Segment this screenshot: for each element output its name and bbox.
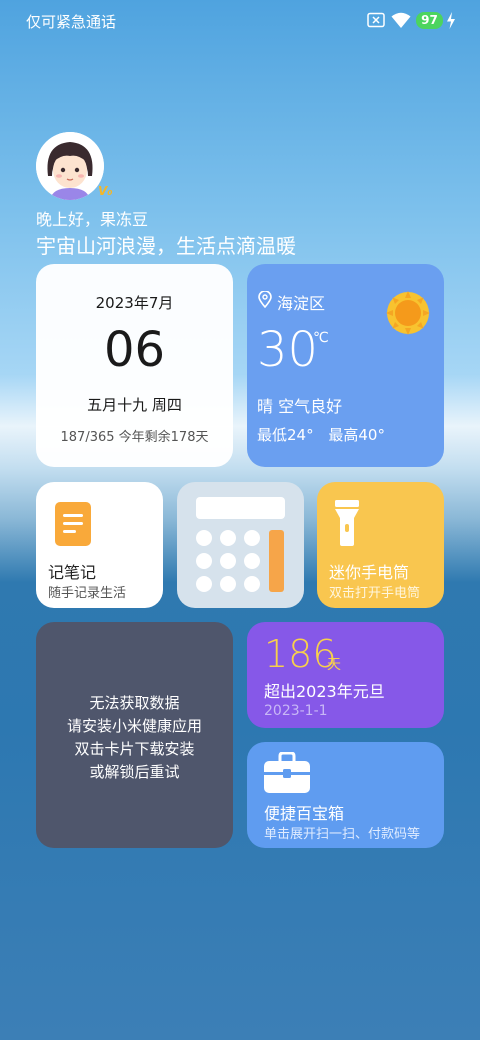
wifi-icon: [391, 12, 411, 28]
slogan-text: 宇宙山河浪漫，生活点滴温暖: [36, 234, 296, 258]
calendar-year-progress: 187/365 今年剩余178天: [60, 430, 209, 445]
weather-location: 海淀区: [277, 294, 326, 313]
toolbox-card[interactable]: 便捷百宝箱 单击展开扫一扫、付款码等: [247, 742, 444, 848]
health-message-line: 请安装小米健康应用: [66, 717, 202, 735]
calculator-key: [196, 553, 212, 569]
weather-low: 最低24°: [257, 426, 314, 444]
charging-bolt-icon: [447, 12, 455, 29]
avatar[interactable]: [36, 132, 104, 200]
flashlight-icon: [335, 500, 359, 546]
days-unit: 天: [327, 657, 341, 673]
vip-badge: V₀: [98, 184, 113, 198]
calculator-key: [244, 553, 260, 569]
calculator-key: [220, 576, 236, 592]
flashlight-title: 迷你手电筒: [329, 563, 410, 582]
calculator-key: [244, 530, 260, 546]
days-counter-card[interactable]: 186 天 超出2023年元旦 2023-1-1: [247, 622, 444, 728]
calculator-equals-key: [269, 530, 284, 592]
carrier-status-text: 仅可紧急通话: [26, 13, 117, 31]
health-card[interactable]: 无法获取数据 请安装小米健康应用 双击卡片下载安装 或解锁后重试: [36, 622, 233, 848]
days-label: 超出2023年元旦: [264, 682, 385, 701]
health-message-line: 双击卡片下载安装: [74, 740, 195, 758]
weather-high: 最高40°: [328, 426, 385, 444]
health-message-line: 或解锁后重试: [89, 763, 180, 781]
battery-level: 97: [416, 12, 443, 29]
weather-condition: 晴 空气良好: [257, 397, 343, 416]
no-sim-icon: [367, 12, 385, 28]
greeting-text: 晚上好，果冻豆: [36, 210, 149, 229]
flashlight-subtitle: 双击打开手电筒: [329, 586, 421, 601]
notes-card[interactable]: 记笔记 随手记录生活: [36, 482, 163, 608]
status-bar: 仅可紧急通话 97: [0, 0, 480, 44]
calculator-screen: [196, 497, 285, 519]
toolbox-subtitle: 单击展开扫一扫、付款码等: [264, 827, 421, 842]
weather-card[interactable]: 海淀区 30 ℃ 晴 空气良好 最低24° 最高40°: [247, 264, 444, 467]
toolbox-title: 便捷百宝箱: [264, 804, 345, 823]
notes-subtitle: 随手记录生活: [48, 586, 127, 601]
weather-temperature: 30: [257, 322, 319, 378]
flashlight-card[interactable]: 迷你手电筒 双击打开手电筒: [317, 482, 444, 608]
health-message-line: 无法获取数据: [89, 694, 180, 712]
weather-range: 最低24° 最高40°: [257, 424, 385, 445]
location-pin-icon: [258, 291, 272, 308]
calculator-key: [196, 530, 212, 546]
health-message: 无法获取数据 请安装小米健康应用 双击卡片下载安装 或解锁后重试: [36, 692, 233, 784]
toolbox-icon: [264, 752, 310, 793]
weather-temperature-unit: ℃: [313, 330, 329, 346]
calendar-day: 06: [103, 322, 166, 378]
girl-avatar-icon: [36, 132, 104, 200]
days-count: 186: [264, 632, 337, 676]
notepad-icon: [55, 502, 91, 546]
calculator-card[interactable]: [177, 482, 304, 608]
calculator-key: [244, 576, 260, 592]
days-date: 2023-1-1: [264, 703, 328, 719]
notes-title: 记笔记: [48, 563, 97, 582]
calendar-lunar-weekday: 五月十九 周四: [87, 396, 182, 414]
sun-icon: [386, 291, 430, 335]
calculator-key: [196, 576, 212, 592]
calculator-key: [220, 553, 236, 569]
calendar-year-month: 2023年7月: [95, 294, 174, 312]
calendar-card[interactable]: 2023年7月 06 五月十九 周四 187/365 今年剩余178天: [36, 264, 233, 467]
calculator-key: [220, 530, 236, 546]
